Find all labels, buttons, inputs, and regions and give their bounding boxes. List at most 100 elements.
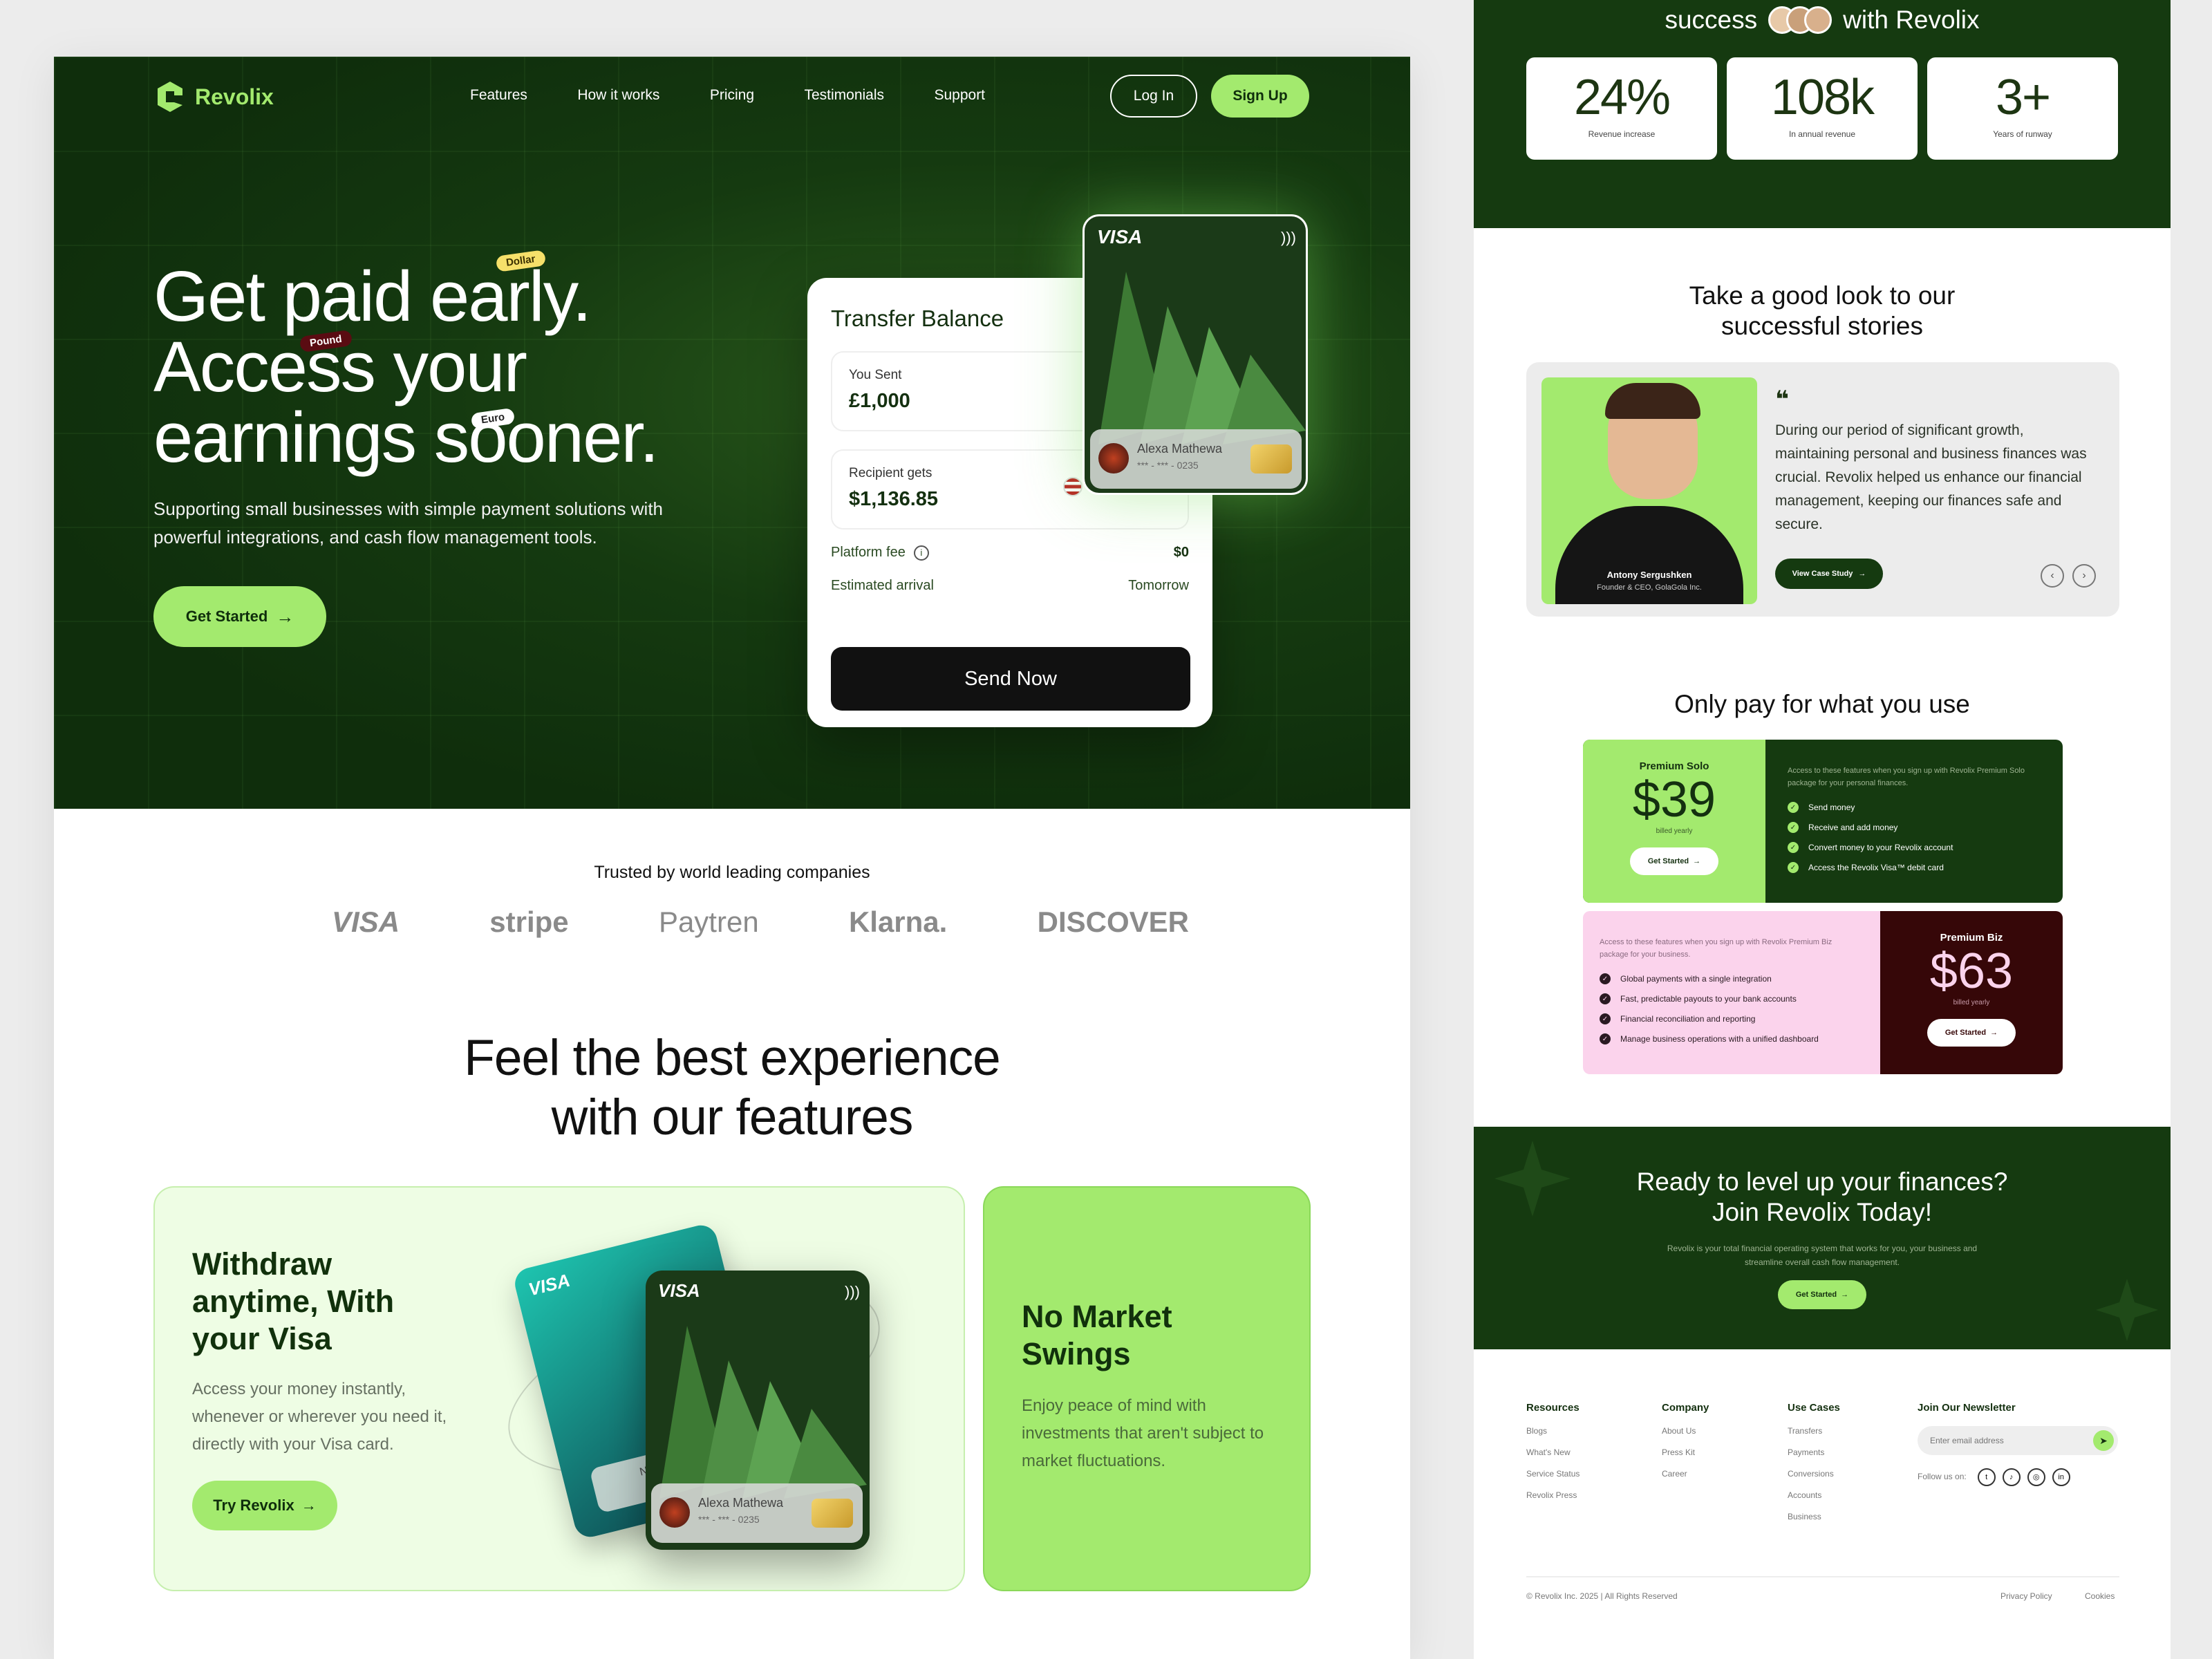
brand-logo[interactable]: Revolix	[155, 80, 274, 113]
footer-link[interactable]: What's New	[1526, 1442, 1580, 1463]
stories-title-line-2: successful stories	[1721, 312, 1923, 340]
cta-get-started-label: Get Started	[1795, 1291, 1837, 1299]
login-button[interactable]: Log In	[1110, 75, 1197, 118]
stats-header-word-2: with Revolix	[1843, 6, 1980, 34]
footer-link[interactable]: Service Status	[1526, 1463, 1580, 1485]
feature-card-withdraw: Withdraw anytime, With your Visa Access …	[153, 1186, 965, 1591]
hero-get-started-button[interactable]: Get Started →	[153, 586, 326, 647]
solo-plan-name: Premium Solo	[1639, 760, 1709, 772]
nav-features[interactable]: Features	[470, 87, 527, 103]
transfer-title: Transfer Balance	[831, 306, 1004, 331]
feature-withdraw-body: Access your money instantly, whenever or…	[192, 1380, 447, 1454]
solo-plan-intro: Access to these features when you sign u…	[1788, 767, 2025, 787]
stat-card-annual-revenue: 108k In annual revenue	[1727, 57, 1918, 160]
footer-newsletter: Join Our Newsletter ➤ Follow us on: t ♪ …	[1918, 1402, 2118, 1488]
logo-klarna: Klarna.	[848, 906, 948, 938]
send-now-button[interactable]: Send Now	[831, 647, 1190, 711]
footer-link[interactable]: About Us	[1662, 1421, 1709, 1442]
us-flag-icon	[1063, 477, 1082, 496]
biz-get-started-label: Get Started	[1944, 1029, 1987, 1037]
footer-link[interactable]: Transfers	[1788, 1421, 1840, 1442]
send-icon[interactable]: ➤	[2093, 1430, 2114, 1451]
cta-body: Revolix is your total financial operatin…	[1667, 1244, 1978, 1267]
visa-logo: VISA	[1097, 226, 1143, 247]
solo-feature: Access the Revolix Visa™ debit card	[1808, 863, 1944, 872]
signup-button[interactable]: Sign Up	[1211, 75, 1309, 118]
linkedin-icon[interactable]: in	[2052, 1468, 2070, 1486]
card-holder-strip: Alexa Mathewa *** - *** - 0235	[1090, 429, 1302, 489]
try-revolix-button[interactable]: Try Revolix →	[192, 1481, 337, 1530]
footer-link[interactable]: Press Kit	[1662, 1442, 1709, 1463]
visa-logo: VISA	[526, 1269, 572, 1300]
arrow-right-icon: →	[301, 1497, 317, 1514]
feature-swings-title: No Market Swings	[1022, 1299, 1172, 1371]
platform-fee-value: $0	[1173, 545, 1189, 560]
solo-price-panel: Premium Solo $39 billed yearly Get Start…	[1583, 740, 1765, 903]
solo-get-started-button[interactable]: Get Started →	[1630, 847, 1718, 875]
footer-link[interactable]: Career	[1662, 1463, 1709, 1485]
solo-plan-price: $39	[1632, 772, 1716, 827]
hero-line-3: earnings sooner.	[153, 397, 659, 477]
testimonial-photo: Antony Sergushken Founder & CEO, GolaGol…	[1541, 377, 1757, 604]
instagram-icon[interactable]: ◎	[2027, 1468, 2045, 1486]
cta-section: Ready to level up your finances? Join Re…	[1474, 1127, 2171, 1349]
next-arrow-icon[interactable]: ›	[2072, 564, 2096, 588]
previous-arrow-icon[interactable]: ‹	[2041, 564, 2064, 588]
footer-link[interactable]: Payments	[1788, 1442, 1840, 1463]
biz-plan-price: $63	[1929, 944, 2014, 999]
person-hair	[1605, 383, 1700, 419]
biz-feature: Fast, predictable payouts to your bank a…	[1620, 994, 1797, 1004]
hero-section: Revolix Features How it works Pricing Te…	[54, 57, 1410, 809]
feature-card-no-market-swings: No Market Swings Enjoy peace of mind wit…	[983, 1186, 1311, 1591]
cookies-link[interactable]: Cookies	[2085, 1591, 2115, 1601]
view-case-study-button[interactable]: View Case Study →	[1775, 559, 1883, 589]
view-case-study-label: View Case Study	[1792, 570, 1853, 578]
newsletter-email-input[interactable]	[1918, 1426, 2083, 1455]
hero-visa-card: VISA ))) Alexa Mathewa *** - *** - 0235	[1082, 214, 1308, 495]
features-title-line-1: Feel the best experience	[464, 1030, 1000, 1086]
tiktok-icon[interactable]: ♪	[2002, 1468, 2021, 1486]
card-holder-name: Alexa Mathewa	[1137, 442, 1223, 456]
nav-testimonials[interactable]: Testimonials	[804, 87, 884, 103]
nav-pricing[interactable]: Pricing	[710, 87, 754, 103]
pricing-title: Only pay for what you use	[1674, 690, 1970, 718]
card-number: *** - *** - 0235	[698, 1514, 760, 1525]
avatar	[1098, 443, 1129, 474]
brand-name: Revolix	[195, 84, 274, 109]
solo-feature: Receive and add money	[1808, 823, 1898, 832]
green-visa-card: VISA ))) Alexa Mathewa *** - *** - 0235	[646, 1271, 870, 1550]
footer-link[interactable]: Business	[1788, 1506, 1840, 1528]
footer-link[interactable]: Blogs	[1526, 1421, 1580, 1442]
biz-feature: Global payments with a single integratio…	[1620, 974, 1772, 984]
features-title-line-2: with our features	[551, 1089, 914, 1145]
footer-company-title: Company	[1662, 1402, 1709, 1414]
footer-link[interactable]: Conversions	[1788, 1463, 1840, 1485]
footer-link[interactable]: Accounts	[1788, 1485, 1840, 1506]
cta-title-line-2: Join Revolix Today!	[1712, 1198, 1933, 1226]
info-icon[interactable]: i	[913, 545, 929, 561]
cta-title-line-1: Ready to level up your finances?	[1636, 1168, 2008, 1196]
top-nav: Features How it works Pricing Testimonia…	[470, 87, 1032, 104]
privacy-policy-link[interactable]: Privacy Policy	[2000, 1591, 2052, 1601]
solo-feature: Send money	[1808, 803, 1855, 812]
follow-us-label: Follow us on:	[1918, 1472, 1967, 1481]
biz-plan-name: Premium Biz	[1940, 932, 2003, 944]
footer-resources: Resources Blogs What's New Service Statu…	[1526, 1402, 1580, 1506]
solo-get-started-label: Get Started	[1647, 857, 1689, 865]
sparkle-icon	[2096, 1279, 2158, 1341]
plan-premium-biz: Access to these features when you sign u…	[1583, 911, 2063, 1074]
logo-paytren: Paytren	[658, 906, 759, 938]
twitter-icon[interactable]: t	[1977, 1468, 1996, 1486]
copyright-text: © Revolix Inc. 2025 | All Rights Reserve…	[1526, 1591, 1678, 1601]
nav-support[interactable]: Support	[934, 87, 985, 103]
cta-get-started-button[interactable]: Get Started →	[1778, 1280, 1866, 1309]
plan-premium-solo: Premium Solo $39 billed yearly Get Start…	[1583, 740, 2063, 903]
biz-get-started-button[interactable]: Get Started →	[1927, 1019, 2016, 1047]
stat-value: 3+	[1995, 70, 2051, 125]
arrow-right-icon: →	[1841, 1291, 1849, 1299]
hero-headline: Get paid early. Access your earnings soo…	[153, 261, 659, 477]
avatar-group	[1768, 6, 1833, 34]
footer-link[interactable]: Revolix Press	[1526, 1485, 1580, 1506]
nav-how-it-works[interactable]: How it works	[577, 87, 659, 103]
footer-resources-title: Resources	[1526, 1402, 1580, 1414]
